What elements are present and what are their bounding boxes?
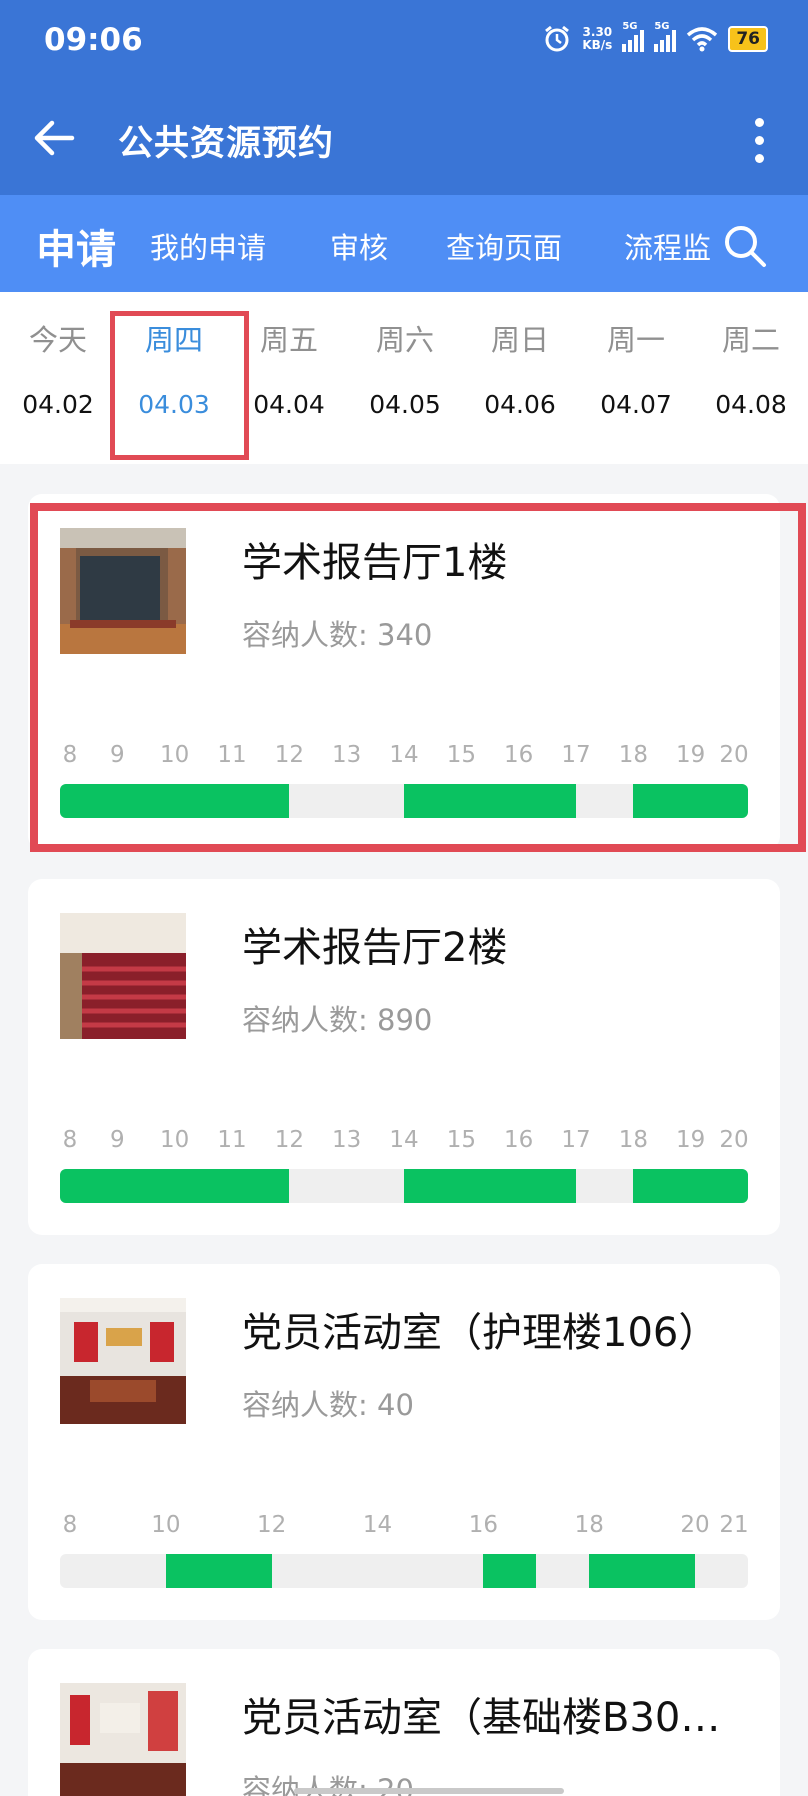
booked-slot — [404, 1169, 576, 1203]
highlight-box — [110, 311, 249, 460]
timeline-tick-label: 20 — [719, 1127, 749, 1153]
room-card[interactable]: 党员活动室（护理楼106） 容纳人数: 40 8 10 12 14 16 18 20 21 — [28, 1264, 780, 1620]
status-time: 09:06 — [44, 22, 143, 58]
room-photo — [60, 1298, 186, 1424]
room-card[interactable]: 党员活动室（基础楼B30… 容纳人数: 20 — [28, 1649, 780, 1796]
timeline-tick-label: 13 — [332, 1127, 362, 1153]
highlight-box — [30, 503, 806, 852]
room-name: 党员活动室（基础楼B30… — [242, 1695, 721, 1741]
timeline-track — [60, 1554, 748, 1588]
timeline-tick-label: 10 — [151, 1512, 181, 1538]
app-bar: 公共资源预约 — [0, 85, 808, 195]
booked-slot — [165, 1554, 272, 1588]
tab-my-applications[interactable]: 我的申请 — [150, 225, 266, 267]
tab-review[interactable]: 审核 — [330, 225, 388, 267]
timeline-tick-label: 14 — [362, 1512, 393, 1538]
date-item[interactable]: 周日 04.06 — [462, 320, 578, 419]
alarm-icon — [545, 25, 570, 52]
timeline-tick-label: 15 — [446, 1127, 476, 1153]
timeline-ticks: 8 10 12 14 16 18 20 21 — [60, 1512, 749, 1542]
arrow-left-icon[interactable] — [28, 111, 82, 165]
timeline-tick-label: 19 — [676, 1127, 706, 1153]
timeline-ticks: 8 9 10 11 12 13 14 15 16 17 18 19 20 — [60, 1127, 749, 1157]
booked-slot — [589, 1554, 696, 1588]
battery-indicator: 76 — [728, 26, 768, 52]
timeline-tick-label: 10 — [160, 1127, 190, 1153]
status-icons: 3.30 KB/s 5G 5G 76 — [542, 21, 768, 54]
timeline-tick-label: 18 — [574, 1512, 604, 1538]
signal-icon: 5G — [622, 21, 645, 52]
room-capacity: 容纳人数: 40 — [242, 1388, 414, 1422]
booked-slot — [60, 1169, 290, 1203]
room-name: 学术报告厅2楼 — [242, 925, 508, 971]
booked-slot — [483, 1554, 537, 1588]
room-name: 党员活动室（护理楼106） — [242, 1310, 719, 1356]
date-item[interactable]: 周六 04.05 — [347, 320, 463, 419]
tab-process-monitor[interactable]: 流程监 — [624, 225, 711, 267]
room-card[interactable]: 学术报告厅2楼 容纳人数: 890 8 9 10 11 12 13 14 15 16 17 18 19… — [28, 879, 780, 1235]
timeline-track — [60, 1169, 748, 1203]
timeline-tick-label: 16 — [468, 1512, 499, 1538]
timeline-tick-label: 14 — [389, 1127, 419, 1153]
timeline-tick-label: 20 — [680, 1512, 710, 1538]
timeline-tick-label: 18 — [618, 1127, 648, 1153]
more-vertical-icon[interactable] — [734, 113, 784, 167]
booked-slot — [633, 1169, 748, 1203]
timeline-tick-label: 17 — [561, 1127, 591, 1153]
tab-apply[interactable]: 申请 — [36, 217, 116, 275]
timeline-tick-label: 9 — [110, 1127, 125, 1153]
timeline-tick-label: 8 — [62, 1127, 78, 1153]
timeline-tick-label: 21 — [719, 1512, 749, 1538]
status-bar: 09:06 3.30 KB/s 5G 5G 76 — [0, 0, 808, 85]
date-item[interactable]: 今天 04.02 — [0, 320, 116, 419]
tab-query[interactable]: 查询页面 — [446, 225, 562, 267]
page-title: 公共资源预约 — [118, 124, 335, 164]
timeline-tick-label: 12 — [257, 1512, 287, 1538]
timeline-tick-label: 12 — [274, 1127, 304, 1153]
timeline-tick-label: 11 — [217, 1127, 247, 1153]
wifi-icon — [687, 27, 718, 52]
date-item[interactable]: 周二 04.08 — [693, 320, 808, 419]
room-capacity: 容纳人数: 890 — [242, 1003, 433, 1037]
tab-bar: 申请 我的申请 审核 查询页面 流程监 — [0, 195, 808, 292]
room-photo — [60, 1683, 186, 1796]
search-icon[interactable] — [722, 223, 768, 269]
room-photo — [60, 913, 186, 1039]
signal-icon: 5G — [654, 21, 677, 52]
timeline-tick-label: 8 — [62, 1512, 78, 1538]
timeline-tick-label: 16 — [504, 1127, 534, 1153]
home-indicator[interactable] — [294, 1788, 564, 1794]
net-speed: 3.30 KB/s — [582, 25, 613, 52]
date-item[interactable]: 周一 04.07 — [578, 320, 694, 419]
